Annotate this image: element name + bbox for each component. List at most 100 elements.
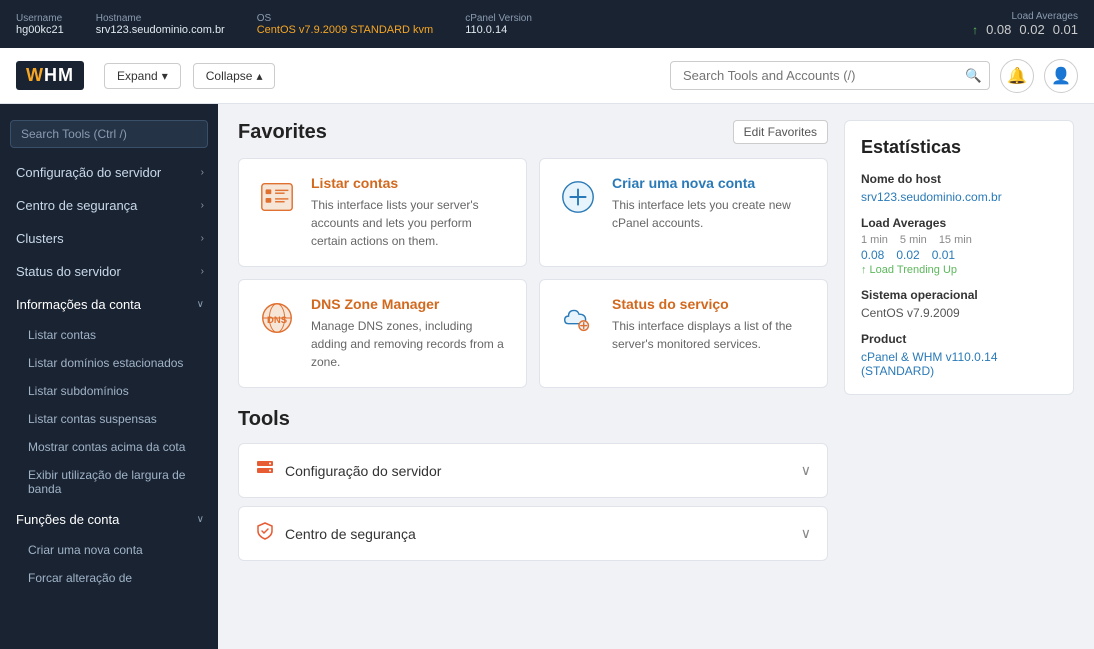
chevron-down-icon: ∨ <box>197 514 204 525</box>
stats-os-value: CentOS v7.9.2009 <box>861 306 1057 320</box>
second-bar: WHM Expand ▾ Collapse ▴ 🔍 🔔 👤 <box>0 48 1094 104</box>
cpanel-meta: cPanel Version 110.0.14 <box>465 13 532 36</box>
tools-accordion-left-security: Centro de segurança <box>255 521 416 546</box>
tools-accordion-centro-seguranca[interactable]: Centro de segurança ∨ <box>238 506 828 561</box>
sidebar-item-config-servidor[interactable]: Configuração do servidor › <box>0 156 218 189</box>
search-input[interactable] <box>670 61 990 90</box>
search-icon-button[interactable]: 🔍 <box>965 68 982 84</box>
sidebar-sub-mostrar-contas[interactable]: Mostrar contas acima da cota <box>0 433 218 461</box>
sidebar-item-label: Centro de segurança <box>16 198 137 213</box>
username-meta: Username hg00kc21 <box>16 13 64 36</box>
tools-title: Tools <box>238 408 828 431</box>
search-bar-wrapper: 🔍 🔔 👤 <box>670 59 1078 93</box>
sidebar-item-centro-seguranca[interactable]: Centro de segurança › <box>0 189 218 222</box>
fav-card-dns[interactable]: DNS DNS Zone Manager Manage DNS zones, i… <box>238 279 527 388</box>
stats-load-5min: 0.02 <box>896 248 919 262</box>
stats-panel: Estatísticas Nome do host srv123.seudomi… <box>844 120 1074 395</box>
fav-desc-listar-contas: This interface lists your server's accou… <box>311 196 510 250</box>
sidebar-sub-listar-dominios[interactable]: Listar domínios estacionados <box>0 349 218 377</box>
tools-accordion-header-security: Centro de segurança ∨ <box>239 507 827 560</box>
tools-section: Tools Configuração do servidor ∨ <box>238 408 828 561</box>
sidebar-item-label: Funções de conta <box>16 512 119 527</box>
fav-icon-plus-circle <box>556 175 600 219</box>
sidebar-sub-forcar-alteracao[interactable]: Forcar alteração de <box>0 564 218 592</box>
username-value: hg00kc21 <box>16 24 64 36</box>
fav-title-dns: DNS Zone Manager <box>311 296 510 312</box>
notifications-button[interactable]: 🔔 <box>1000 59 1034 93</box>
os-value: CentOS v7.9.2009 STANDARD kvm <box>257 24 433 36</box>
load-1min: 0.08 <box>986 22 1011 37</box>
load-15min: 0.01 <box>1053 22 1078 37</box>
edit-favorites-button[interactable]: Edit Favorites <box>733 120 828 144</box>
fav-content-status-servico: Status do serviço This interface display… <box>612 296 811 371</box>
stats-load-nums: 0.08 0.02 0.01 <box>861 248 1057 262</box>
sidebar-search-wrapper <box>0 112 218 156</box>
fav-desc-dns: Manage DNS zones, including adding and r… <box>311 317 510 371</box>
sidebar: Configuração do servidor › Centro de seg… <box>0 104 218 649</box>
stats-hostname-label: Nome do host <box>861 172 1057 186</box>
user-icon: 👤 <box>1051 66 1071 86</box>
sidebar-search-input[interactable] <box>10 120 208 148</box>
sidebar-item-funcoes-conta[interactable]: Funções de conta ∨ <box>0 503 218 536</box>
stats-os-label: Sistema operacional <box>861 288 1057 302</box>
load-15min-label: 15 min <box>939 234 972 246</box>
chevron-right-icon: › <box>201 167 204 178</box>
search-bar: 🔍 <box>670 61 990 90</box>
sidebar-sub-criar-conta[interactable]: Criar uma nova conta <box>0 536 218 564</box>
tools-accordion-config-servidor[interactable]: Configuração do servidor ∨ <box>238 443 828 498</box>
fav-title-status-servico: Status do serviço <box>612 296 811 312</box>
load-arrow-icon: ↑ <box>972 23 978 37</box>
sidebar-item-label: Clusters <box>16 231 64 246</box>
fav-icon-cloud <box>556 296 600 340</box>
sidebar-item-label: Status do servidor <box>16 264 121 279</box>
load-averages: Load Averages ↑ 0.08 0.02 0.01 <box>972 11 1078 37</box>
fav-desc-criar-conta: This interface lets you create new cPane… <box>612 196 811 232</box>
stats-title: Estatísticas <box>861 137 1057 158</box>
top-bar: Username hg00kc21 Hostname srv123.seudom… <box>0 0 1094 48</box>
sidebar-item-status-servidor[interactable]: Status do servidor › <box>0 255 218 288</box>
cpanel-value: 110.0.14 <box>465 24 532 36</box>
fav-icon-list <box>255 175 299 219</box>
sidebar-item-informacoes-conta[interactable]: Informações da conta ∨ <box>0 288 218 321</box>
fav-card-status-servico[interactable]: Status do serviço This interface display… <box>539 279 828 388</box>
fav-card-criar-conta[interactable]: Criar uma nova conta This interface lets… <box>539 158 828 267</box>
stats-load-1min: 0.08 <box>861 248 884 262</box>
hostname-label: Hostname <box>96 13 225 24</box>
sidebar-sub-listar-contas-suspensas[interactable]: Listar contas suspensas <box>0 405 218 433</box>
main-layout: Configuração do servidor › Centro de seg… <box>0 104 1094 649</box>
favorites-grid: Listar contas This interface lists your … <box>238 158 828 388</box>
fav-content-criar-conta: Criar uma nova conta This interface lets… <box>612 175 811 250</box>
tools-accordion-left-config: Configuração do servidor <box>255 458 441 483</box>
chevron-right-icon: › <box>201 200 204 211</box>
fav-title-criar-conta: Criar uma nova conta <box>612 175 811 191</box>
stats-load-row-labels: 1 min 5 min 15 min <box>861 234 1057 246</box>
sidebar-item-clusters[interactable]: Clusters › <box>0 222 218 255</box>
server-icon <box>255 458 275 483</box>
user-button[interactable]: 👤 <box>1044 59 1078 93</box>
content-and-stats: Favorites Edit Favorites <box>238 120 1074 569</box>
sidebar-sub-exibir-utilizacao[interactable]: Exibir utilização de largura de banda <box>0 461 218 503</box>
collapse-button[interactable]: Collapse ▴ <box>193 63 276 89</box>
whm-logo: WHM <box>16 61 84 90</box>
favorites-header: Favorites Edit Favorites <box>238 120 828 144</box>
stats-hostname-value: srv123.seudominio.com.br <box>861 190 1057 204</box>
fav-content-dns: DNS Zone Manager Manage DNS zones, inclu… <box>311 296 510 371</box>
load-values: ↑ 0.08 0.02 0.01 <box>972 22 1078 37</box>
sidebar-sub-listar-subdominios[interactable]: Listar subdomínios <box>0 377 218 405</box>
load-5min: 0.02 <box>1019 22 1044 37</box>
chevron-down-icon: ∨ <box>197 299 204 310</box>
os-label: OS <box>257 13 433 24</box>
sidebar-sub-listar-contas[interactable]: Listar contas <box>0 321 218 349</box>
hostname-meta: Hostname srv123.seudominio.com.br <box>96 13 225 36</box>
stats-trending: ↑ Load Trending Up <box>861 264 1057 276</box>
favorites-title: Favorites <box>238 121 327 144</box>
chevron-right-icon: › <box>201 233 204 244</box>
tools-accordion-label-security: Centro de segurança <box>285 526 416 542</box>
sidebar-item-label: Informações da conta <box>16 297 141 312</box>
os-meta: OS CentOS v7.9.2009 STANDARD kvm <box>257 13 433 36</box>
stats-load-15min: 0.01 <box>932 248 955 262</box>
fav-title-listar-contas: Listar contas <box>311 175 510 191</box>
expand-button[interactable]: Expand ▾ <box>104 63 181 89</box>
tools-accordion-label-config: Configuração do servidor <box>285 463 441 479</box>
fav-card-listar-contas[interactable]: Listar contas This interface lists your … <box>238 158 527 267</box>
